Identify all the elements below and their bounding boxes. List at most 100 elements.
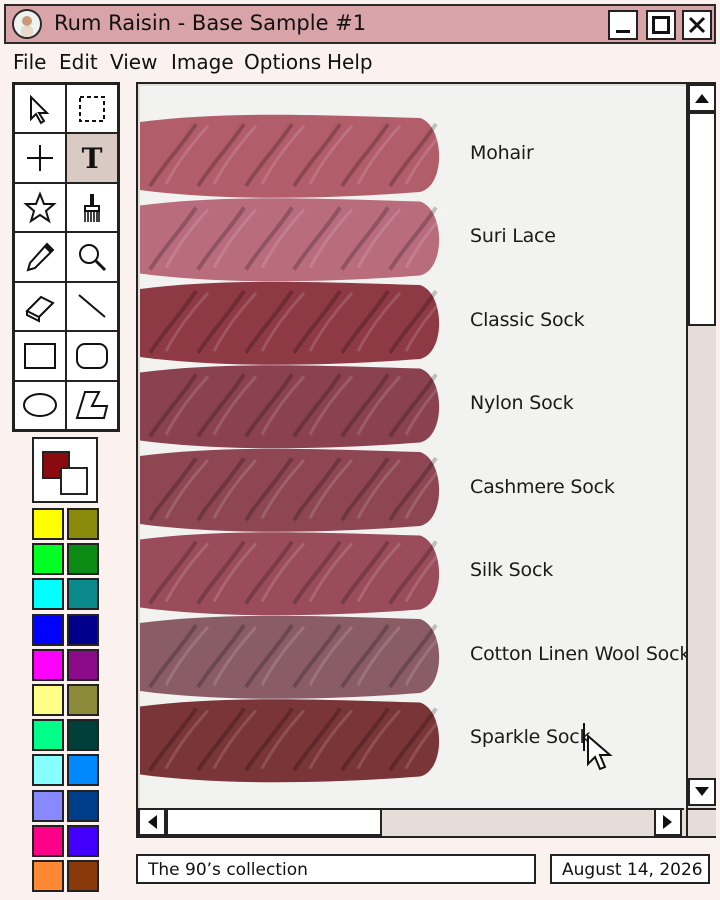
palette-swatch[interactable] [32, 648, 64, 681]
ellipse-tool[interactable] [14, 380, 66, 430]
menu-image[interactable]: Image [171, 50, 234, 74]
line-tool[interactable] [66, 281, 118, 332]
brush-icon [84, 193, 100, 222]
rounded-rect-icon [76, 342, 108, 369]
vertical-scrollbar[interactable] [686, 84, 716, 808]
palette-swatch[interactable] [67, 754, 99, 787]
palette-swatch[interactable] [32, 860, 64, 892]
palette-swatch[interactable] [67, 684, 99, 716]
arrow-up-icon [695, 94, 709, 103]
scroll-left-button[interactable] [138, 808, 166, 836]
palette-swatch[interactable] [32, 578, 64, 611]
yarn-skein [140, 365, 450, 449]
palette-swatch[interactable] [32, 684, 64, 716]
palette-swatch[interactable] [32, 613, 64, 646]
scroll-right-button[interactable] [654, 808, 682, 836]
yarn-skein [140, 699, 450, 783]
palette-swatch[interactable] [67, 719, 99, 752]
canvas-area: Mohair Suri Lace Classic Sock Nylon Sock… [136, 82, 716, 838]
mouse-cursor-icon [587, 734, 613, 771]
palette-swatch[interactable] [67, 543, 99, 576]
rectangle-icon [24, 342, 56, 369]
pencil-tool[interactable] [14, 232, 66, 282]
menu-edit[interactable]: Edit [59, 50, 98, 74]
app-logo-icon [12, 9, 42, 39]
rounded-rect-tool[interactable] [66, 331, 118, 381]
palette-swatch[interactable] [67, 824, 99, 857]
yarn-skein [140, 198, 450, 282]
yarn-photo: Mohair Suri Lace Classic Sock Nylon Sock… [140, 86, 686, 808]
text-caret [583, 723, 585, 751]
arrow-right-icon [663, 815, 672, 829]
menu-bar: File Edit View Image Options Help [0, 48, 720, 80]
toolbox: T [12, 82, 120, 432]
dashed-rect-icon [79, 95, 105, 122]
zoom-tool[interactable] [66, 232, 118, 282]
star-icon [23, 190, 57, 223]
palette-swatch[interactable] [32, 789, 64, 822]
magnifier-icon [79, 243, 107, 272]
arrow-down-icon [695, 787, 709, 796]
palette-swatch[interactable] [67, 860, 99, 892]
close-button[interactable] [682, 10, 712, 40]
text-t-icon: T [81, 141, 103, 175]
menu-file[interactable]: File [13, 50, 46, 74]
select-arrow-tool[interactable] [14, 84, 66, 134]
rectangle-tool[interactable] [14, 331, 66, 381]
yarn-skeins [140, 114, 450, 783]
palette-swatch[interactable] [67, 648, 99, 681]
yarn-skein [140, 448, 450, 532]
menu-help[interactable]: Help [327, 50, 373, 74]
palette-swatch[interactable] [67, 578, 99, 611]
horizontal-scrollbar[interactable] [138, 808, 684, 836]
palette-swatch[interactable] [32, 824, 64, 857]
arrow-cursor-icon [30, 94, 50, 125]
status-left: The 90’s collection [136, 854, 536, 884]
scrollbar-corner [686, 808, 716, 836]
marquee-select-tool[interactable] [66, 84, 118, 134]
polygon-icon [75, 391, 109, 420]
palette-swatch[interactable] [67, 508, 99, 540]
palette-swatch[interactable] [32, 719, 64, 752]
eraser-icon [25, 296, 55, 324]
yarn-skein [140, 114, 450, 198]
menu-view[interactable]: View [110, 50, 157, 74]
eraser-tool[interactable] [14, 281, 66, 332]
vertical-scroll-thumb[interactable] [688, 112, 716, 326]
palette-swatch[interactable] [32, 508, 64, 540]
brush-tool[interactable] [66, 182, 118, 233]
yarn-label-sparkle-sock: Sparkle Sock [470, 726, 591, 748]
horizontal-scroll-thumb[interactable] [166, 808, 382, 836]
minimize-button[interactable] [608, 10, 638, 40]
line-icon [78, 294, 106, 319]
title-bar: Rum Raisin - Base Sample #1 [4, 4, 716, 44]
current-colors[interactable] [32, 437, 98, 503]
yarn-skein [140, 281, 450, 365]
crosshair-tool[interactable] [14, 133, 66, 183]
scroll-down-button[interactable] [688, 778, 716, 806]
yarn-skein [140, 615, 450, 699]
status-date: August 14, 2026 [550, 854, 710, 884]
palette-swatch[interactable] [67, 789, 99, 822]
palette-swatch[interactable] [32, 543, 64, 576]
crosshair-icon [27, 145, 53, 172]
arrow-left-icon [148, 815, 157, 829]
window-title: Rum Raisin - Base Sample #1 [54, 11, 367, 35]
yarn-skein [140, 532, 450, 616]
yarn-label-classic-sock: Classic Sock [470, 309, 585, 331]
yarn-label-nylon-sock: Nylon Sock [470, 392, 574, 414]
maximize-button[interactable] [646, 10, 676, 40]
yarn-label-cashmere-sock: Cashmere Sock [470, 476, 615, 498]
palette-swatch[interactable] [32, 754, 64, 787]
polygon-tool[interactable] [66, 380, 118, 430]
ellipse-icon [23, 393, 57, 418]
background-color[interactable] [60, 467, 88, 495]
text-tool[interactable]: T [66, 133, 118, 183]
yarn-label-cotton-linen-wool-sock: Cotton Linen Wool Sock [470, 643, 686, 665]
yarn-label-mohair: Mohair [470, 142, 534, 164]
scroll-up-button[interactable] [688, 84, 716, 112]
palette-swatch[interactable] [67, 613, 99, 646]
pencil-icon [26, 242, 55, 272]
star-tool[interactable] [14, 182, 66, 233]
menu-options[interactable]: Options [244, 50, 321, 74]
